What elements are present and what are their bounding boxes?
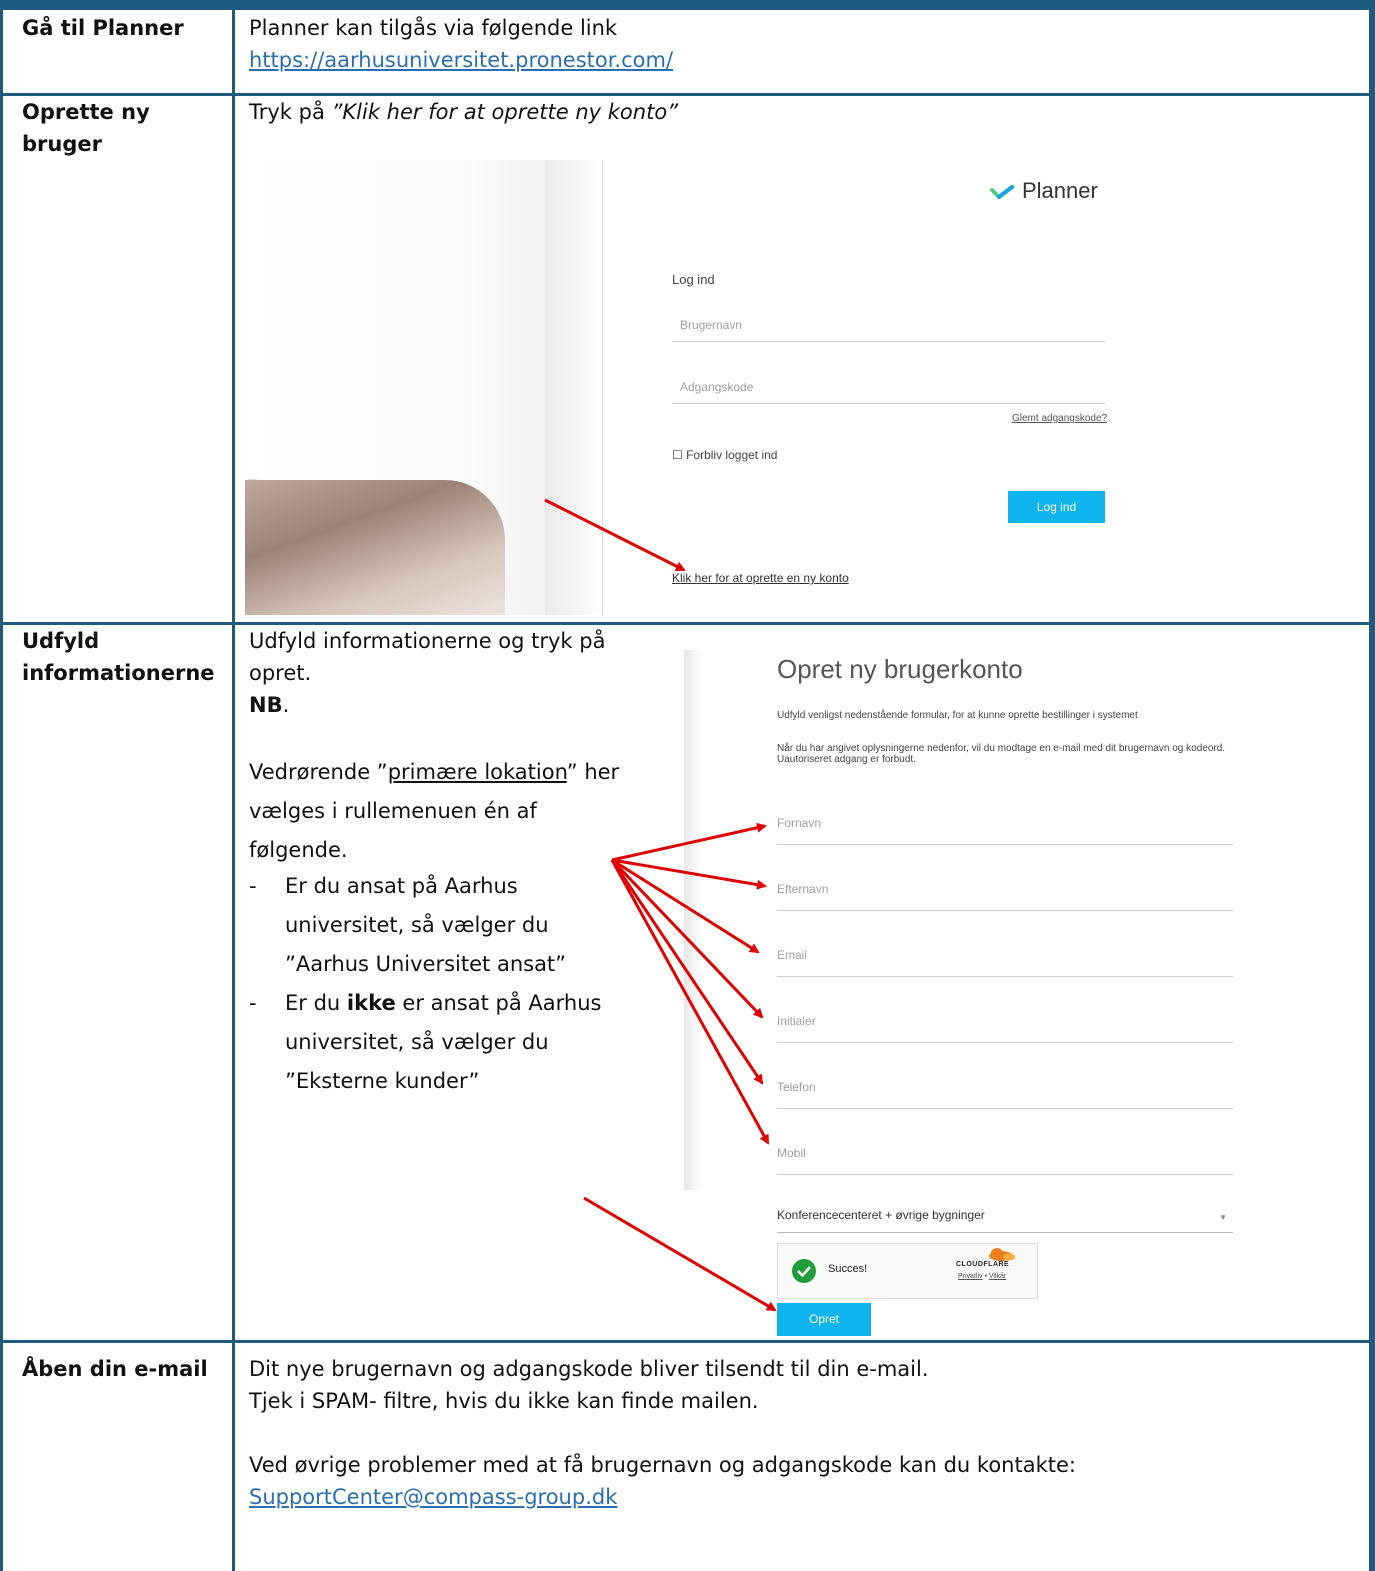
support-email-link[interactable]: SupportCenter@compass-group.dk xyxy=(249,1481,617,1513)
firstname-input[interactable]: Fornavn xyxy=(777,816,1233,845)
row-divider xyxy=(0,1340,1375,1343)
planner-check-icon xyxy=(990,185,1014,200)
text-line: Udfyld informationerne og tryk på xyxy=(249,629,606,653)
planner-brand-text: Planner xyxy=(1022,178,1098,203)
table-right-border xyxy=(1369,0,1375,1571)
table-left-border xyxy=(0,0,3,1571)
password-input[interactable]: Adgangskode xyxy=(672,380,1105,404)
create-submit-button[interactable]: Opret xyxy=(777,1303,871,1336)
instruction-table: Gå til Planner Planner kan tilgås via fø… xyxy=(0,0,1375,1571)
planner-logo: Planner xyxy=(990,178,1098,204)
heading-line: Oprette ny xyxy=(22,100,150,124)
list-item: - Er du ikke er ansat på Aarhus universi… xyxy=(249,984,669,1101)
login-heading: Log ind xyxy=(672,272,715,287)
location-select[interactable]: Konferencecenteret + øvrige bygninger ▼ xyxy=(777,1208,1233,1233)
row-heading-create-user: Oprette ny bruger xyxy=(22,96,150,160)
text-part: Er du xyxy=(285,991,347,1015)
fill-info-text: Udfyld informationerne og tryk på opret.… xyxy=(249,625,669,721)
username-input[interactable]: Brugernavn xyxy=(672,318,1105,342)
captcha-links: Privatliv • Vilkår xyxy=(958,1273,1006,1280)
hand-phone-photo xyxy=(245,160,603,615)
list-item: - Er du ansat på Aarhus universitet, så … xyxy=(249,867,669,984)
create-intro-1: Udfyld venligst nedenstående formular, f… xyxy=(777,710,1138,721)
row-text: Ved øvrige problemer med at få brugernav… xyxy=(249,1453,1076,1477)
table-top-border xyxy=(0,0,1375,10)
forgot-password-link[interactable]: Glemt adgangskode? xyxy=(1012,413,1107,424)
location-text: Vedrørende ”primære lokation” her vælges… xyxy=(249,753,669,870)
create-account-screenshot: Opret ny brugerkonto Udfyld venligst ned… xyxy=(684,650,1264,1340)
row-text: Planner kan tilgås via følgende link xyxy=(249,16,618,40)
captcha-privacy-link[interactable]: Privatliv xyxy=(958,1273,983,1280)
nb-label: NB xyxy=(249,693,283,717)
create-intro-2: Når du har angivet oplysningerne nedenfo… xyxy=(777,743,1226,765)
intro-text: Tryk på xyxy=(249,100,325,124)
row-text: Tryk på ”Klik her for at oprette ny kont… xyxy=(249,96,678,128)
success-check-icon xyxy=(792,1259,816,1283)
text-line: følgende. xyxy=(249,838,348,862)
row-heading-open-email: Åben din e-mail xyxy=(22,1357,208,1381)
nb-dot: . xyxy=(282,693,290,717)
cloudflare-brand: CLOUDFLARE xyxy=(956,1261,1010,1268)
hand-image xyxy=(245,480,505,615)
text-part: Vedrørende ” xyxy=(249,760,388,784)
intro-quote: ”Klik her for at oprette ny konto” xyxy=(331,100,679,124)
text-line: ”Eksterne kunder” xyxy=(285,1069,480,1093)
heading-line: Udfyld xyxy=(22,629,100,653)
login-screenshot: Planner Log ind Brugernavn Adgangskode G… xyxy=(245,160,1145,615)
text-line: vælges i rullemenuen én af xyxy=(249,799,537,823)
row-heading-goto-planner: Gå til Planner xyxy=(22,16,184,40)
phone-input[interactable]: Telefon xyxy=(777,1080,1233,1109)
text-line: Er du ansat på Aarhus xyxy=(285,874,518,898)
text-line: Er du ikke er ansat på Aarhus xyxy=(285,984,669,1023)
text-part: er ansat på Aarhus xyxy=(395,991,602,1015)
captcha-status: Succes! xyxy=(828,1263,868,1275)
text-line: universitet, så vælger du xyxy=(285,1030,549,1054)
cloudflare-captcha[interactable]: Succes! CLOUDFLARE Privatliv • Vilkår xyxy=(777,1243,1038,1299)
table-column-divider xyxy=(232,0,235,1571)
chevron-down-icon: ▼ xyxy=(1219,1213,1227,1222)
planner-url-link[interactable]: https://aarhusuniversitet.pronestor.com/ xyxy=(249,44,673,76)
bullet-dash: - xyxy=(249,991,257,1015)
cloudflare-cloud-icon xyxy=(989,1248,1015,1261)
bullet-dash: - xyxy=(249,874,257,898)
text-line: ”Aarhus Universitet ansat” xyxy=(285,952,567,976)
lastname-input[interactable]: Efternavn xyxy=(777,882,1233,911)
bullet-list: - Er du ansat på Aarhus universitet, så … xyxy=(249,867,669,1101)
create-account-title: Opret ny brugerkonto xyxy=(777,654,1023,684)
mobile-input[interactable]: Mobil xyxy=(777,1146,1233,1175)
captcha-terms-link[interactable]: Vilkår xyxy=(989,1273,1006,1280)
row-divider xyxy=(0,93,1375,96)
initials-input[interactable]: Initialer xyxy=(777,1014,1233,1043)
text-part: ” her xyxy=(566,760,620,784)
row-heading-fill-info: Udfyld informationerne xyxy=(22,625,215,689)
photo-panel xyxy=(545,160,603,615)
row-text: Tjek i SPAM- filtre, hvis du ikke kan fi… xyxy=(249,1389,759,1413)
remember-me-checkbox[interactable]: ☐ Forbliv logget ind xyxy=(672,448,777,462)
screenshot-side-panel xyxy=(684,650,704,1190)
text-line: universitet, så vælger du xyxy=(285,913,549,937)
text-line: opret. xyxy=(249,661,312,685)
location-select-value: Konferencecenteret + øvrige bygninger xyxy=(777,1208,985,1222)
heading-line: informationerne xyxy=(22,661,215,685)
create-account-link[interactable]: Klik her for at oprette en ny konto xyxy=(672,571,849,585)
text-line: Vedrørende ”primære lokation” her xyxy=(249,753,669,792)
login-button[interactable]: Log ind xyxy=(1008,491,1105,523)
emphasis-not: ikke xyxy=(346,991,396,1015)
row-text: Dit nye brugernavn og adgangskode bliver… xyxy=(249,1357,929,1381)
nb-line: NB. xyxy=(249,689,669,721)
heading-line: bruger xyxy=(22,132,102,156)
email-input[interactable]: Email xyxy=(777,948,1233,977)
primary-location-term: primære lokation xyxy=(387,760,567,784)
